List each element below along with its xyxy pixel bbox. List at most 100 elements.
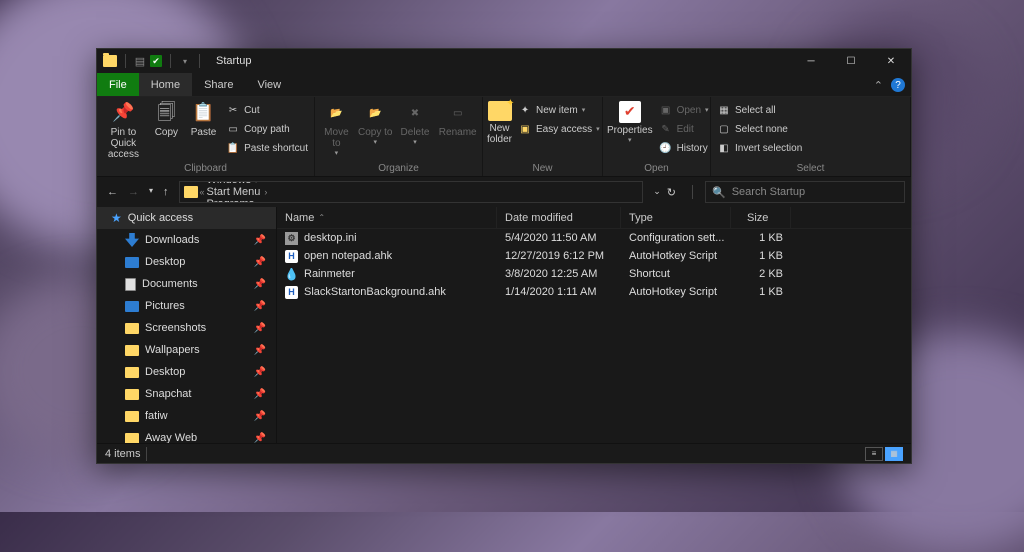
history-button[interactable]: 🕘History bbox=[657, 139, 711, 157]
rename-button[interactable]: ▭ Rename bbox=[437, 101, 478, 138]
details-view-button[interactable]: ≡ bbox=[865, 447, 883, 461]
file-row[interactable]: ⚙desktop.ini 5/4/2020 11:50 AM Configura… bbox=[277, 229, 911, 247]
folder-icon bbox=[125, 433, 139, 444]
tab-view[interactable]: View bbox=[245, 73, 293, 96]
folder-icon bbox=[125, 323, 139, 334]
sidebar-item[interactable]: Away Web📌 bbox=[97, 427, 276, 443]
edit-button[interactable]: ✎Edit bbox=[657, 120, 711, 138]
back-button[interactable]: ← bbox=[107, 186, 118, 198]
pin-icon: 📌 bbox=[254, 235, 266, 246]
delete-button[interactable]: ✖ Delete▾ bbox=[397, 101, 434, 147]
sidebar-item[interactable]: Desktop📌 bbox=[97, 361, 276, 383]
pin-icon: 📌 bbox=[254, 367, 266, 378]
scissors-icon: ✂ bbox=[226, 103, 240, 117]
col-type[interactable]: Type bbox=[621, 207, 731, 228]
qa-pin-icon[interactable]: ▤ bbox=[134, 55, 146, 67]
up-button[interactable]: ↑ bbox=[163, 186, 169, 198]
breadcrumb[interactable]: « Microsoft›Windows›Start Menu›Programs›… bbox=[179, 181, 644, 203]
pin-quick-access-button[interactable]: 📌 Pin to Quick access bbox=[101, 101, 146, 160]
sidebar-item[interactable]: Downloads📌 bbox=[97, 229, 276, 251]
icons-view-button[interactable]: ▦ bbox=[885, 447, 903, 461]
group-label-clipboard: Clipboard bbox=[101, 163, 310, 176]
sidebar-item[interactable]: Pictures📌 bbox=[97, 295, 276, 317]
properties-button[interactable]: Properties▾ bbox=[607, 101, 653, 145]
breadcrumb-segment[interactable]: Programs› bbox=[207, 198, 268, 203]
paste-button[interactable]: 📋 Paste bbox=[187, 101, 220, 138]
pin-icon: 📌 bbox=[254, 433, 266, 444]
qa-save-icon[interactable]: ✔ bbox=[150, 55, 162, 67]
ahk-icon: H bbox=[285, 250, 298, 263]
address-dropdown-icon[interactable]: ⌄ bbox=[653, 186, 661, 199]
search-input[interactable]: 🔍 Search Startup bbox=[705, 181, 905, 203]
window-title: Startup bbox=[216, 55, 251, 67]
nav-sidebar: ★ Quick access Downloads📌Desktop📌Documen… bbox=[97, 207, 277, 443]
invert-icon: ◧ bbox=[717, 141, 731, 155]
pin-icon: 📌 bbox=[254, 323, 266, 334]
col-date[interactable]: Date modified bbox=[497, 207, 621, 228]
recent-dropdown[interactable]: ▾ bbox=[149, 186, 153, 198]
invert-selection-button[interactable]: ◧Invert selection bbox=[715, 139, 804, 157]
pin-icon: 📌 bbox=[254, 279, 266, 290]
rename-icon: ▭ bbox=[445, 101, 471, 125]
copy-path-button[interactable]: ▭Copy path bbox=[224, 120, 310, 138]
sidebar-item[interactable]: Documents📌 bbox=[97, 273, 276, 295]
pin-icon: 📌 bbox=[254, 345, 266, 356]
ribbon-collapse-icon[interactable]: ⌃ bbox=[874, 79, 883, 92]
sidebar-item[interactable]: Screenshots📌 bbox=[97, 317, 276, 339]
easy-icon: ▣ bbox=[518, 122, 532, 136]
group-label-open: Open bbox=[607, 163, 706, 176]
file-row[interactable]: Hopen notepad.ahk 12/27/2019 6:12 PM Aut… bbox=[277, 247, 911, 265]
tab-share[interactable]: Share bbox=[192, 73, 245, 96]
folder-icon bbox=[125, 411, 139, 422]
file-row[interactable]: 💧Rainmeter 3/8/2020 12:25 AM Shortcut 2 … bbox=[277, 265, 911, 283]
new-item-button[interactable]: ✦New item ▾ bbox=[516, 101, 602, 119]
copy-icon: 🗐 bbox=[153, 101, 179, 125]
pin-icon: 📌 bbox=[110, 101, 136, 125]
file-row[interactable]: HSlackStartonBackground.ahk 1/14/2020 1:… bbox=[277, 283, 911, 301]
sidebar-item[interactable]: Desktop📌 bbox=[97, 251, 276, 273]
breadcrumb-segment[interactable]: Start Menu› bbox=[207, 186, 268, 198]
col-name[interactable]: Name⌃ bbox=[277, 207, 497, 228]
folder-icon bbox=[125, 345, 139, 356]
new-folder-icon bbox=[488, 101, 512, 121]
sidebar-quick-access[interactable]: ★ Quick access bbox=[97, 207, 276, 229]
group-label-new: New bbox=[487, 163, 598, 176]
easy-access-button[interactable]: ▣Easy access ▾ bbox=[516, 120, 602, 138]
col-size[interactable]: Size bbox=[731, 207, 791, 228]
folder-icon bbox=[125, 389, 139, 400]
help-icon[interactable]: ? bbox=[891, 78, 905, 92]
tab-file[interactable]: File bbox=[97, 73, 139, 96]
sidebar-item[interactable]: Snapchat📌 bbox=[97, 383, 276, 405]
forward-button[interactable]: → bbox=[128, 186, 139, 198]
copy-button[interactable]: 🗐 Copy bbox=[150, 101, 183, 138]
pin-icon: 📌 bbox=[254, 411, 266, 422]
select-all-button[interactable]: ▦Select all bbox=[715, 101, 804, 119]
new-folder-button[interactable]: New folder bbox=[487, 101, 512, 145]
sidebar-item[interactable]: fatiw📌 bbox=[97, 405, 276, 427]
ahk-icon: H bbox=[285, 286, 298, 299]
minimize-button[interactable]: ─ bbox=[791, 49, 831, 73]
maximize-button[interactable]: ☐ bbox=[831, 49, 871, 73]
status-bar: 4 items ≡ ▦ bbox=[97, 443, 911, 463]
sidebar-item[interactable]: Wallpapers📌 bbox=[97, 339, 276, 361]
qa-dropdown-icon[interactable]: ▾ bbox=[179, 55, 191, 67]
pin-icon: 📌 bbox=[254, 257, 266, 268]
file-list: Name⌃ Date modified Type Size ⚙desktop.i… bbox=[277, 207, 911, 443]
paste-shortcut-button[interactable]: 📋Paste shortcut bbox=[224, 139, 310, 157]
delete-icon: ✖ bbox=[402, 101, 428, 125]
edit-icon: ✎ bbox=[659, 122, 673, 136]
cut-button[interactable]: ✂Cut bbox=[224, 101, 310, 119]
open-icon: ▣ bbox=[659, 103, 673, 117]
move-to-button[interactable]: 📂 Move to▾ bbox=[319, 101, 354, 158]
open-button[interactable]: ▣Open ▾ bbox=[657, 101, 711, 119]
ini-icon: ⚙ bbox=[285, 232, 298, 245]
breadcrumb-overflow[interactable]: « bbox=[200, 187, 205, 197]
copy-to-button[interactable]: 📂 Copy to▾ bbox=[358, 101, 393, 147]
shortcut-icon: 💧 bbox=[285, 268, 298, 281]
refresh-button[interactable]: ↻ bbox=[667, 186, 676, 199]
tab-home[interactable]: Home bbox=[139, 73, 192, 96]
select-none-icon: ▢ bbox=[717, 122, 731, 136]
select-none-button[interactable]: ▢Select none bbox=[715, 120, 804, 138]
group-label-organize: Organize bbox=[319, 163, 478, 176]
close-button[interactable]: ✕ bbox=[871, 49, 911, 73]
